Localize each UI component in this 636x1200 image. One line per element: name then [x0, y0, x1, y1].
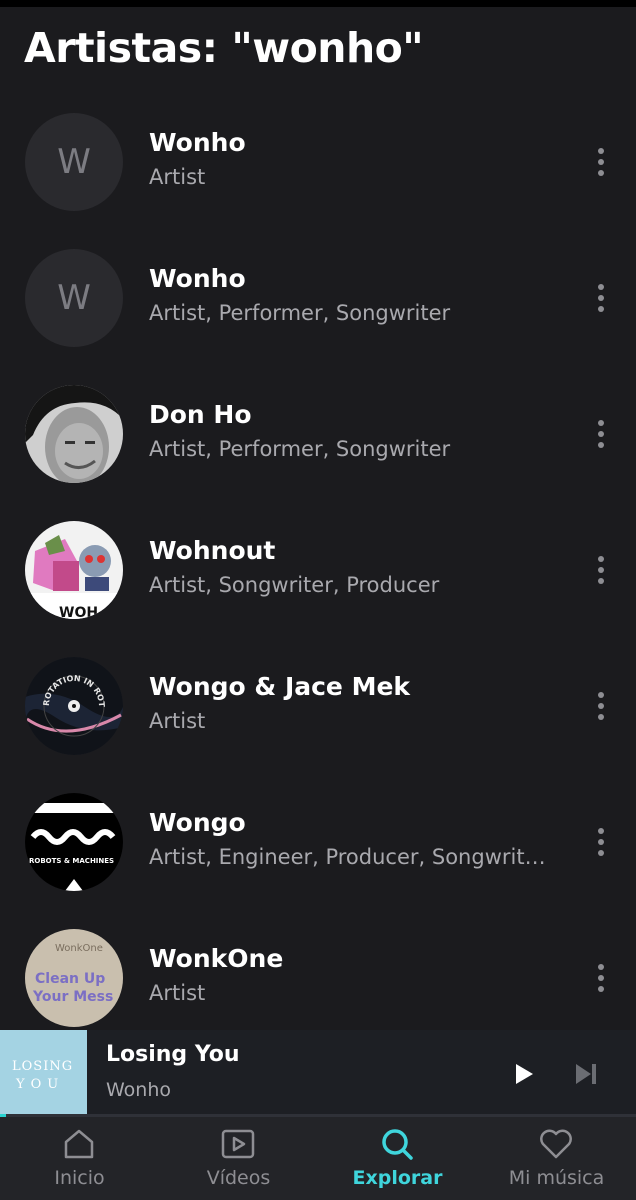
- svg-text:Clean Up: Clean Up: [35, 971, 105, 987]
- bottom-nav: Inicio Vídeos Explorar Mi música: [0, 1117, 636, 1200]
- svg-text:YOU: YOU: [15, 1077, 64, 1092]
- album-art: LOSING YOU: [0, 1030, 87, 1117]
- artist-row[interactable]: W Wonho Artist, Performer, Songwriter: [0, 230, 636, 366]
- tab-label: Mi música: [508, 1167, 605, 1189]
- play-icon[interactable]: [505, 1056, 541, 1092]
- svg-text:WOH: WOH: [59, 605, 98, 619]
- artist-row[interactable]: Don Ho Artist, Performer, Songwriter: [0, 366, 636, 502]
- artist-roles: Artist, Songwriter, Producer: [149, 573, 440, 597]
- artist-name: Wohnout: [149, 536, 276, 565]
- artist-name: Wonho: [149, 264, 246, 293]
- more-options-icon[interactable]: [586, 822, 616, 862]
- avatar-letter: W: [57, 142, 91, 182]
- svg-text:WonkOne: WonkOne: [55, 943, 103, 954]
- artist-avatar-placeholder: W: [25, 113, 123, 211]
- home-icon: [64, 1129, 94, 1159]
- tab-label: Vídeos: [206, 1167, 271, 1189]
- artist-image-wohnout: WOH: [25, 521, 123, 619]
- heart-icon: [540, 1129, 572, 1159]
- tab-label: Inicio: [54, 1167, 105, 1189]
- artist-name: Wongo & Jace Mek: [149, 672, 411, 701]
- artist-image-vinyl-record: ROTATION IN ROTATION: [25, 657, 123, 755]
- page-title: Artistas: "wonho": [24, 24, 424, 72]
- artist-results-list: W Wonho Artist W Wonho Artist, Performer…: [0, 94, 636, 1046]
- artist-logo-wongo: ROBOTS & MACHINES: [25, 793, 123, 891]
- artist-row[interactable]: W Wonho Artist: [0, 94, 636, 230]
- tab-mi-musica[interactable]: Mi música: [477, 1117, 636, 1200]
- more-options-icon[interactable]: [586, 278, 616, 318]
- artist-roles: Artist, Performer, Songwriter: [149, 437, 451, 461]
- tab-videos[interactable]: Vídeos: [159, 1117, 318, 1200]
- status-bar: [0, 0, 636, 7]
- artist-photo-don-ho: [25, 385, 123, 483]
- now-playing-title: Losing You: [106, 1042, 240, 1067]
- more-options-icon[interactable]: [586, 414, 616, 454]
- search-icon: [382, 1129, 413, 1160]
- more-options-icon[interactable]: [586, 142, 616, 182]
- artist-roles: Artist, Performer, Songwriter: [149, 301, 451, 325]
- artist-image-wonkone: WonkOne Clean Up Your Mess: [25, 929, 123, 1027]
- more-options-icon[interactable]: [586, 550, 616, 590]
- artist-roles: Artist: [149, 709, 206, 733]
- mini-player[interactable]: LOSING YOU Losing You Wonho: [0, 1030, 636, 1117]
- logo-text: ROBOTS & MACHINES: [29, 857, 114, 865]
- artist-row[interactable]: ROBOTS & MACHINES Wongo Artist, Engineer…: [0, 774, 636, 910]
- more-options-icon[interactable]: [586, 686, 616, 726]
- artist-row[interactable]: WonkOne Clean Up Your Mess WonkOne Artis…: [0, 910, 636, 1046]
- svg-text:LOSING: LOSING: [12, 1059, 73, 1074]
- artist-row[interactable]: WOH Wohnout Artist, Songwriter, Producer: [0, 502, 636, 638]
- artist-name: Wonho: [149, 128, 246, 157]
- artist-name: Wongo: [149, 808, 246, 837]
- artist-roles: Artist: [149, 165, 206, 189]
- tab-label: Explorar: [352, 1167, 443, 1189]
- artist-row[interactable]: ROTATION IN ROTATION Wongo & Jace Mek Ar…: [0, 638, 636, 774]
- svg-text:Your Mess: Your Mess: [32, 989, 113, 1005]
- artist-name: WonkOne: [149, 944, 284, 973]
- skip-next-icon[interactable]: [568, 1056, 604, 1092]
- artist-roles: Artist, Engineer, Producer, Songwrit…: [149, 845, 546, 869]
- more-options-icon[interactable]: [586, 958, 616, 998]
- video-icon: [221, 1129, 255, 1159]
- artist-name: Don Ho: [149, 400, 252, 429]
- avatar-letter: W: [57, 278, 91, 318]
- artist-roles: Artist: [149, 981, 206, 1005]
- tab-explorar[interactable]: Explorar: [318, 1117, 477, 1200]
- now-playing-artist: Wonho: [106, 1079, 172, 1101]
- artist-avatar-placeholder: W: [25, 249, 123, 347]
- tab-inicio[interactable]: Inicio: [0, 1117, 159, 1200]
